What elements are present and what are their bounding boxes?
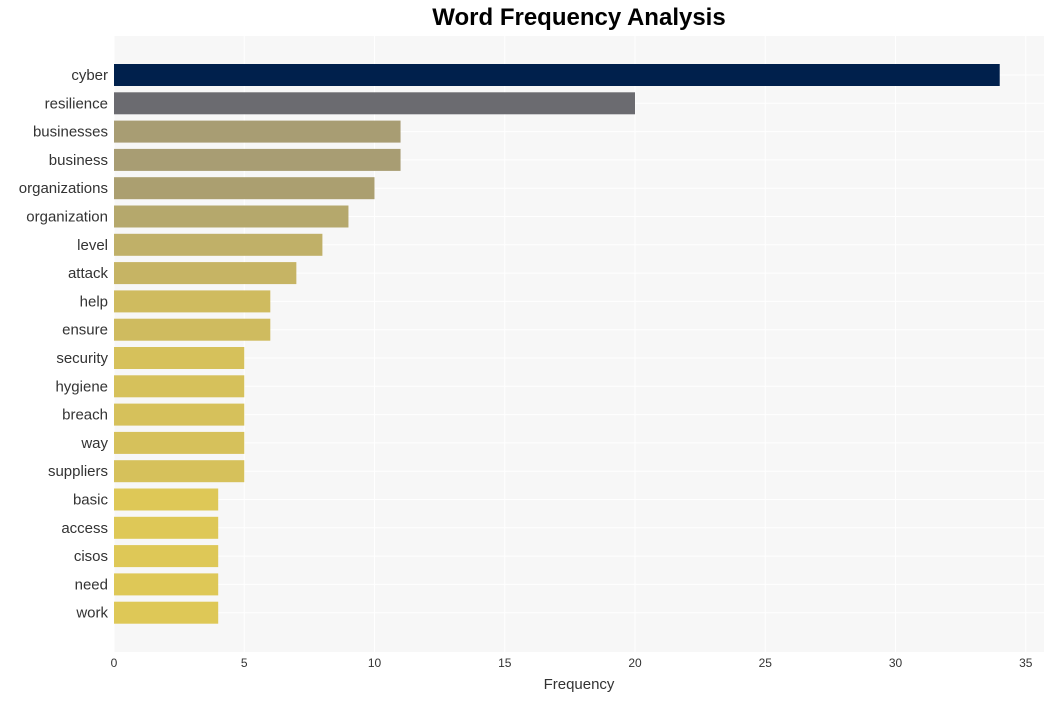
y-tick-label: basic: [73, 492, 109, 509]
y-tick-label: help: [80, 293, 108, 310]
x-tick-label: 5: [241, 656, 248, 670]
x-tick-label: 30: [889, 656, 903, 670]
bar-business: [114, 148, 401, 171]
bar-organization: [114, 205, 349, 228]
bar-hygiene: [114, 375, 245, 398]
y-tick-label: suppliers: [48, 463, 108, 480]
y-tick-label: access: [61, 520, 108, 537]
y-tick-label: businesses: [33, 124, 108, 141]
bar-ensure: [114, 318, 271, 341]
y-tick-label: ensure: [62, 322, 108, 339]
y-tick-label: security: [56, 350, 108, 367]
y-tick-label: need: [75, 576, 108, 593]
bar-level: [114, 233, 323, 256]
bar-need: [114, 573, 219, 596]
bar-suppliers: [114, 460, 245, 483]
y-tick-label: organizations: [19, 180, 108, 197]
y-tick-label: business: [49, 152, 108, 169]
y-tick-label: attack: [68, 265, 109, 282]
bar-help: [114, 290, 271, 313]
y-tick-label: resilience: [45, 95, 108, 112]
x-tick-labels: 0 5 10 15 20 25 30 35: [111, 656, 1033, 670]
bar-businesses: [114, 120, 401, 143]
bar-basic: [114, 488, 219, 511]
y-tick-label: hygiene: [55, 378, 108, 395]
x-axis-label: Frequency: [544, 676, 615, 693]
bar-way: [114, 431, 245, 454]
bar-attack: [114, 262, 297, 285]
x-tick-label: 0: [111, 656, 118, 670]
y-tick-label: cyber: [71, 67, 108, 84]
y-tick-label: level: [77, 237, 108, 254]
x-tick-label: 10: [368, 656, 382, 670]
y-tick-label: organization: [26, 209, 108, 226]
bar-cisos: [114, 545, 219, 568]
y-tick-label: way: [80, 435, 108, 452]
x-tick-label: 20: [628, 656, 642, 670]
y-tick-labels: cyber resilience businesses business organiz…: [19, 67, 109, 622]
x-tick-label: 35: [1019, 656, 1033, 670]
bar-chart: cyber resilience businesses business organiz…: [19, 36, 1044, 693]
bar-work: [114, 601, 219, 624]
y-tick-label: work: [75, 605, 108, 622]
y-tick-label: breach: [62, 407, 108, 424]
bar-breach: [114, 403, 245, 426]
bar-organizations: [114, 177, 375, 200]
bar-cyber: [114, 64, 1000, 86]
bar-access: [114, 516, 219, 539]
x-tick-label: 15: [498, 656, 512, 670]
y-tick-label: cisos: [74, 548, 108, 565]
bar-resilience: [114, 92, 636, 115]
x-tick-label: 25: [759, 656, 773, 670]
bar-security: [114, 347, 245, 369]
